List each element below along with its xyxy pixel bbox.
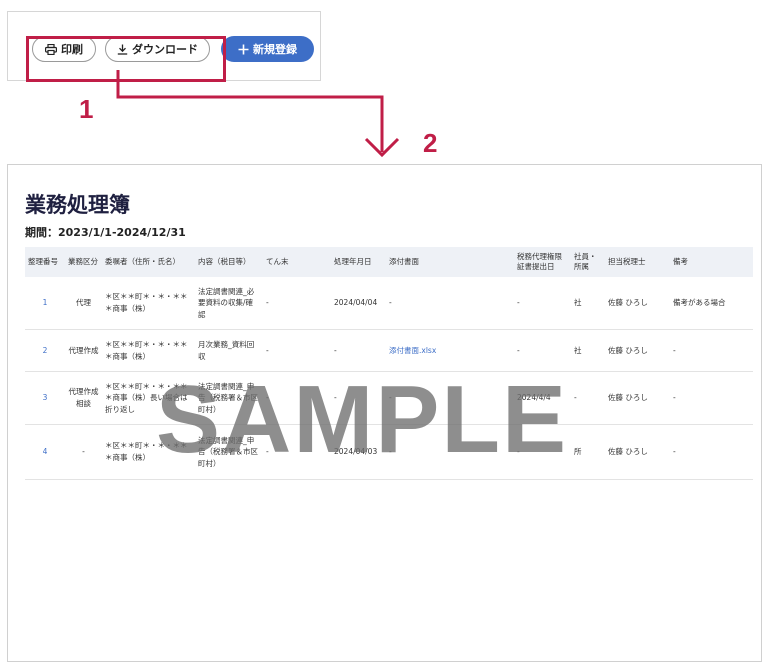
cell-attachment: -: [386, 277, 514, 330]
document-panel: 業務処理簿 期間：2023/1/1-2024/12/31 整理番号 業務区分 委…: [7, 164, 762, 662]
cell-content: 月次業務_資料回収: [195, 329, 263, 372]
cell-attachment: -: [386, 371, 514, 425]
cell-category: 代理作成相談: [65, 371, 102, 425]
cell-affiliation: 社: [571, 277, 605, 330]
ledger-table: 整理番号 業務区分 委嘱者（住所・氏名） 内容（税目等） てん末 処理年月日 添…: [25, 247, 753, 480]
cell-category: 代理: [65, 277, 102, 330]
table-row[interactable]: 1 代理 ＊区＊＊町＊・＊・＊＊＊商事（株） 法定調書関連_必要資料の収集/確認…: [25, 277, 753, 330]
row-number[interactable]: 3: [25, 371, 65, 425]
column-header: 整理番号: [25, 247, 65, 277]
cell-affiliation: -: [571, 371, 605, 425]
cell-attachment: -: [386, 424, 514, 480]
cell-category: -: [65, 424, 102, 480]
cell-affiliation: 所: [571, 424, 605, 480]
attachment-link[interactable]: 添付書面.xlsx: [386, 329, 514, 372]
cell-accountant: 佐藤 ひろし: [605, 329, 670, 372]
cell-submission-date: 2024/4/4: [514, 371, 571, 425]
column-header: 備考: [670, 247, 753, 277]
column-header: 委嘱者（住所・氏名）: [102, 247, 195, 277]
cell-outcome: -: [263, 277, 331, 330]
cell-accountant: 佐藤 ひろし: [605, 277, 670, 330]
cell-remarks: -: [670, 424, 753, 480]
column-header: 処理年月日: [331, 247, 386, 277]
cell-submission-date: -: [514, 329, 571, 372]
row-number[interactable]: 2: [25, 329, 65, 372]
cell-category: 代理作成: [65, 329, 102, 372]
cell-client: ＊区＊＊町＊・＊・＊＊＊商事（株）: [102, 329, 195, 372]
column-header: 担当税理士: [605, 247, 670, 277]
cell-client: ＊区＊＊町＊・＊・＊＊＊商事（株）長い場合は折り返し: [102, 371, 195, 425]
row-number[interactable]: 4: [25, 424, 65, 480]
column-header: 社員・所属: [571, 247, 605, 277]
callout-number-2: 2: [423, 128, 438, 158]
column-header: 税務代理権限証書提出日: [514, 247, 571, 277]
table-row[interactable]: 4 - ＊区＊＊町＊・＊・＊＊＊商事（株） 法定調書関連_申告（税務署＆市区町村…: [25, 424, 753, 480]
cell-affiliation: 社: [571, 329, 605, 372]
cell-date: -: [331, 371, 386, 425]
period-label: 期間：2023/1/1-2024/12/31: [25, 226, 186, 239]
cell-accountant: 佐藤 ひろし: [605, 424, 670, 480]
cell-accountant: 佐藤 ひろし: [605, 371, 670, 425]
cell-date: 2024/04/03: [331, 424, 386, 480]
cell-remarks: -: [670, 371, 753, 425]
column-header: 内容（税目等）: [195, 247, 263, 277]
cell-remarks: -: [670, 329, 753, 372]
cell-outcome: -: [263, 424, 331, 480]
cell-submission-date: -: [514, 424, 571, 480]
cell-content: 法定調書関連_申告（税務署＆市区町村）: [195, 424, 263, 480]
cell-date: 2024/04/04: [331, 277, 386, 330]
callout-number-1: 1: [79, 94, 94, 124]
column-header: 業務区分: [65, 247, 102, 277]
cell-outcome: -: [263, 371, 331, 425]
cell-client: ＊区＊＊町＊・＊・＊＊＊商事（株）: [102, 277, 195, 330]
cell-content: 法定調書関連_必要資料の収集/確認: [195, 277, 263, 330]
cell-date: -: [331, 329, 386, 372]
page-title: 業務処理簿: [25, 193, 130, 217]
cell-client: ＊区＊＊町＊・＊・＊＊＊商事（株）: [102, 424, 195, 480]
row-number[interactable]: 1: [25, 277, 65, 330]
column-header: てん末: [263, 247, 331, 277]
table-row[interactable]: 2 代理作成 ＊区＊＊町＊・＊・＊＊＊商事（株） 月次業務_資料回収 - - 添…: [25, 329, 753, 372]
column-header: 添付書面: [386, 247, 514, 277]
cell-outcome: -: [263, 329, 331, 372]
cell-content: 法定調書関連_申告（税務署＆市区町村）: [195, 371, 263, 425]
cell-remarks: 備考がある場合: [670, 277, 753, 330]
table-row[interactable]: 3 代理作成相談 ＊区＊＊町＊・＊・＊＊＊商事（株）長い場合は折り返し 法定調書…: [25, 371, 753, 425]
table-header-row: 整理番号 業務区分 委嘱者（住所・氏名） 内容（税目等） てん末 処理年月日 添…: [25, 247, 753, 277]
cell-submission-date: -: [514, 277, 571, 330]
